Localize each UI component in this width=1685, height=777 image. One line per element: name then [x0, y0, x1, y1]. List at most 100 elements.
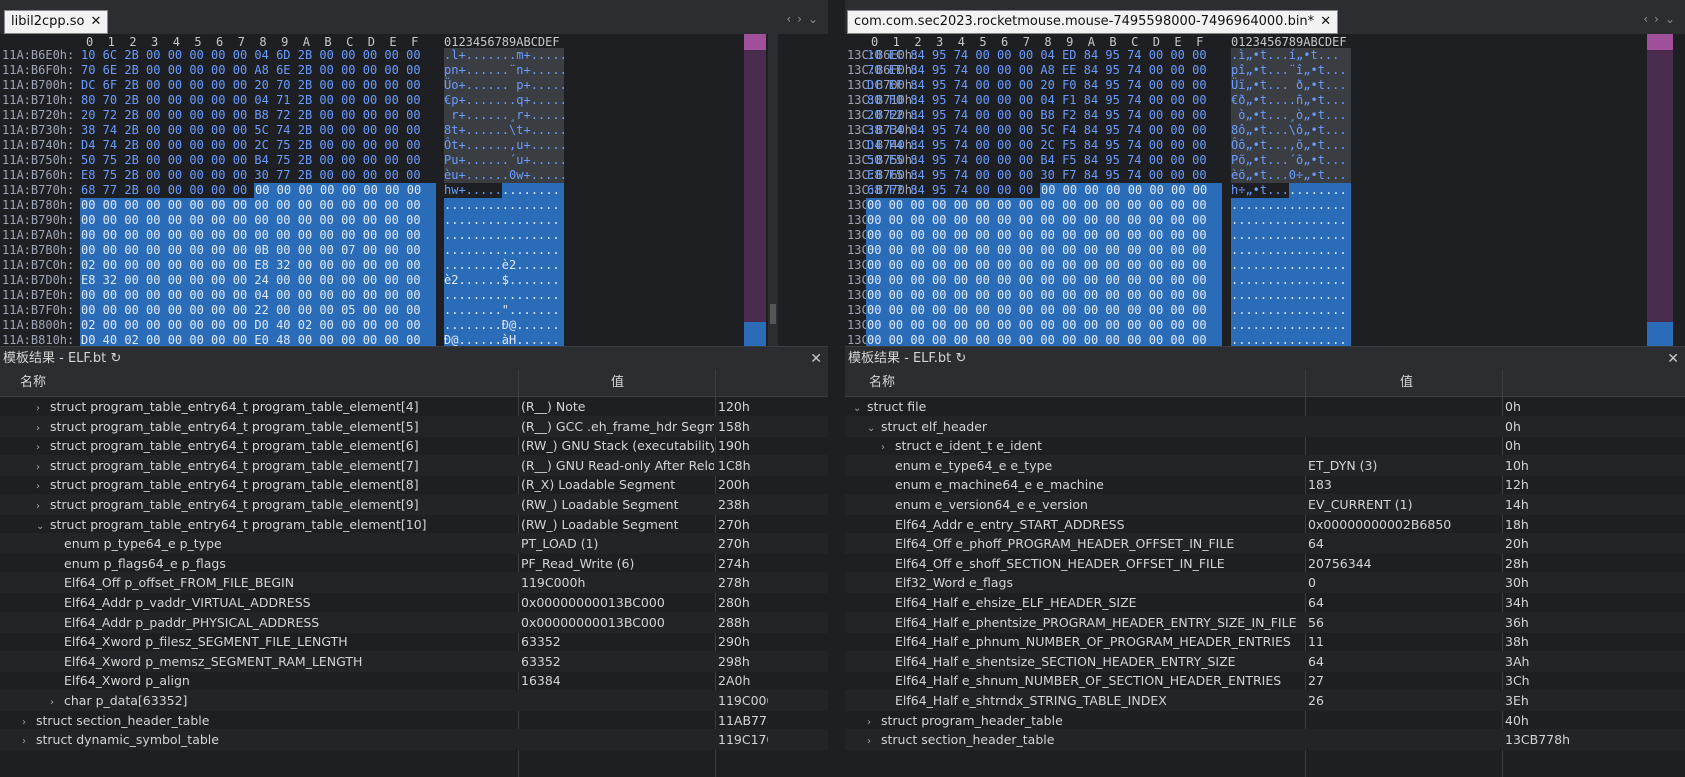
ascii-text-selected[interactable]: ................ [1231, 243, 1347, 258]
hex-row[interactable]: 13C:B730h: 38 F4 84 95 74 00 00 00 5C F4 … [845, 123, 1685, 138]
tree-node-name[interactable]: Elf64_Half e_shentsize_SECTION_HEADER_EN… [881, 651, 1304, 672]
hex-row[interactable]: 13C:B800h:00 00 00 00 00 00 00 00 00 00 … [845, 318, 1685, 333]
tree-row[interactable]: Elf64_Addr p_vaddr_VIRTUAL_ADDRESS 0x0000… [0, 592, 828, 613]
tree-row[interactable]: enum e_machine64_e e_machine 183 12h [845, 474, 1685, 495]
ascii-text[interactable]: Ôt+......,u+..... [444, 138, 567, 153]
hex-row[interactable]: 11A:B7A0h: 00 00 00 00 00 00 00 00 00 00 … [0, 228, 828, 243]
hex-row[interactable]: 13C:B7A0h:00 00 00 00 00 00 00 00 00 00 … [845, 228, 1685, 243]
hex-bytes[interactable]: 68 F7 84 95 74 00 00 00 [867, 183, 1033, 198]
hex-row[interactable]: 13C:B750h: 50 F5 84 95 74 00 00 00 B4 F5 … [845, 153, 1685, 168]
hex-row[interactable]: 11A:B720h: 20 72 2B 00 00 00 00 00 B8 72 … [0, 108, 828, 123]
ascii-text-selected[interactable]: è2......$....... [444, 273, 560, 288]
hex-bytes[interactable]: 10 EC 84 95 74 00 00 00 04 ED 84 95 74 0… [867, 48, 1207, 63]
tree-node-name[interactable]: enum e_machine64_e e_machine [881, 474, 1304, 495]
hex-row[interactable]: 11A:B780h: 00 00 00 00 00 00 00 00 00 00 … [0, 198, 828, 213]
refresh-icon[interactable]: ↻ [110, 351, 121, 366]
tree-row[interactable]: Elf64_Off p_offset_FROM_FILE_BEGIN 119C00… [0, 572, 828, 594]
ascii-text[interactable]: .l+.......m+..... [444, 48, 567, 63]
hex-bytes-selected[interactable]: E8 32 00 00 00 00 00 00 24 00 00 00 00 0… [81, 273, 421, 288]
tree-row[interactable]: › struct section_header_table 13CB778h [845, 729, 1685, 752]
hex-row[interactable]: 13C:B7B0h:00 00 00 00 00 00 00 00 00 00 … [845, 243, 1685, 258]
hex-bytes-selected[interactable]: D0 40 02 00 00 00 00 00 E0 48 00 00 00 0… [81, 333, 421, 346]
tree-node-name[interactable]: Elf32_Word e_flags [881, 572, 1304, 593]
hex-bytes-selected[interactable]: 00 00 00 00 00 00 00 00 [1041, 183, 1207, 198]
hex-bytes-selected[interactable]: 00 00 00 00 00 00 00 00 00 00 00 00 00 0… [867, 273, 1207, 288]
tree-row[interactable]: enum e_type64_e e_type ET_DYN (3) 10h [845, 454, 1685, 476]
chevron-right-icon[interactable]: › [22, 731, 36, 752]
ascii-text-selected[interactable]: ................ [1231, 198, 1347, 213]
ascii-text-selected[interactable]: ................ [1231, 303, 1347, 318]
close-icon[interactable]: ✕ [90, 14, 101, 29]
hex-row[interactable]: 13C:B810h:00 00 00 00 00 00 00 00 00 00 … [845, 333, 1685, 346]
hex-row[interactable]: 11A:B740h: D4 74 2B 00 00 00 00 00 2C 75 … [0, 138, 828, 153]
tree-row[interactable]: ›struct dynamic_symbol_table 119C170h [0, 729, 828, 752]
ascii-text-selected[interactable]: ........"....... [444, 303, 560, 318]
ascii-text[interactable]: ò„•t...¸ò„•t... [1231, 108, 1346, 123]
hex-bytes[interactable]: E8 F5 84 95 74 00 00 00 30 F7 84 95 74 0… [867, 168, 1207, 183]
hex-bytes-selected[interactable]: 02 00 00 00 00 00 00 00 D0 40 02 00 00 0… [81, 318, 421, 333]
tree-row[interactable]: Elf64_Half e_phentsize_PROGRAM_HEADER_EN… [845, 611, 1685, 633]
hex-row[interactable]: 11A:B710h: 80 70 2B 00 00 00 00 00 04 71 … [0, 93, 828, 108]
ascii-text-selected[interactable]: ................ [1231, 258, 1347, 273]
tree-row[interactable]: › struct e_ident_t e_ident 0h [845, 435, 1685, 456]
ascii-text-selected[interactable]: ................ [444, 243, 560, 258]
tree-row[interactable]: › struct program_table_entry64_t program_… [0, 454, 828, 476]
hex-row[interactable]: 13C:B7C0h:00 00 00 00 00 00 00 00 00 00 … [845, 258, 1685, 273]
tree-node-name[interactable]: Elf64_Xword p_align [50, 670, 517, 691]
ascii-text[interactable]: èõ„•t...0÷„•t... [1231, 168, 1347, 183]
ascii-text[interactable]: €ð„•t....ñ„•t... [1231, 93, 1347, 108]
hex-row[interactable]: 11A:B790h: 00 00 00 00 00 00 00 00 00 00 … [0, 213, 828, 228]
hex-row[interactable]: 11A:B730h: 38 74 2B 00 00 00 00 00 5C 74 … [0, 123, 828, 138]
hex-row[interactable]: 13C:B7D0h:00 00 00 00 00 00 00 00 00 00 … [845, 273, 1685, 288]
hex-bytes[interactable]: 50 75 2B 00 00 00 00 00 B4 75 2B 00 00 0… [81, 153, 421, 168]
ascii-text-selected[interactable]: ................ [444, 228, 560, 243]
tree-row[interactable]: Elf64_Half e_phnum_NUMBER_OF_PROGRAM_HEA… [845, 631, 1685, 652]
ascii-text[interactable]: Põ„•t...´õ„•t... [1231, 153, 1347, 168]
ascii-text[interactable]: èu+......0w+..... [444, 168, 567, 183]
hex-row[interactable]: 13C:B720h: 20 F2 84 95 74 00 00 00 B8 F2 … [845, 108, 1685, 123]
hex-row[interactable]: 11A:B750h: 50 75 2B 00 00 00 00 00 B4 75 … [0, 153, 828, 168]
hex-row[interactable]: 11A:B6E0h: 10 6C 2B 00 00 00 00 00 04 6D … [0, 48, 828, 63]
hex-row[interactable]: 11A:B810h: D0 40 02 00 00 00 00 00 E0 48 … [0, 333, 828, 346]
tree-node-name[interactable]: › struct section_header_table [867, 729, 1304, 752]
hex-bytes[interactable]: DC 6F 2B 00 00 00 00 00 20 70 2B 00 00 0… [81, 78, 421, 93]
ascii-text[interactable]: Ôô„•t...,õ„•t... [1231, 138, 1347, 153]
tree-node-name[interactable]: Elf64_Addr e_entry_START_ADDRESS [881, 514, 1304, 535]
hex-row[interactable]: 13C:B710h: 80 F0 84 95 74 00 00 00 04 F1 … [845, 93, 1685, 108]
tree-row[interactable]: Elf64_Off e_phoff_PROGRAM_HEADER_OFFSET_… [845, 533, 1685, 555]
tab-dump-bin[interactable]: com.com.sec2023.rocketmouse.mouse-749559… [847, 10, 1339, 34]
tree-row[interactable]: Elf64_Addr e_entry_START_ADDRESS 0x000000… [845, 514, 1685, 535]
tree-row[interactable]: ›char p_data[63352]119C000h [0, 690, 828, 711]
tree-row[interactable]: Elf64_Half e_shtrndx_STRING_TABLE_INDEX 2… [845, 690, 1685, 711]
tab-libil2cpp[interactable]: libil2cpp.so ✕ [4, 10, 109, 34]
tree-row[interactable]: enum p_type64_e p_type PT_LOAD (1) 270h [0, 533, 828, 555]
hex-row[interactable]: 11A:B770h: 68 77 2B 00 00 00 00 00 00 00 0… [0, 183, 828, 198]
tab-scroll-controls[interactable]: ‹›⌄ [1643, 12, 1681, 26]
tree-row[interactable]: ›struct section_header_table11AB778h [0, 710, 828, 731]
column-value-header[interactable]: 值 [611, 370, 624, 396]
hex-bytes-selected[interactable]: 00 00 00 00 00 00 00 00 00 00 00 00 00 0… [867, 228, 1207, 243]
tree-row[interactable]: ⌄ struct program_table_entry64_t program_… [0, 514, 828, 535]
hex-row[interactable]: 11A:B6F0h: 70 6E 2B 00 00 00 00 00 A8 6E … [0, 63, 828, 78]
tree-row[interactable]: Elf32_Word e_flags 0 30h [845, 572, 1685, 594]
tree-node-name[interactable]: Elf64_Half e_phnum_NUMBER_OF_PROGRAM_HEA… [881, 631, 1304, 652]
hex-bytes-selected[interactable]: 00 00 00 00 00 00 00 00 00 00 00 00 00 0… [867, 258, 1207, 273]
tree-row[interactable]: enum e_version64_e e_version EV_CURRENT (… [845, 494, 1685, 515]
tab-scroll-controls[interactable]: ‹›⌄ [786, 12, 824, 26]
minimap[interactable] [744, 34, 766, 346]
ascii-text-selected[interactable]: ........è2...... [444, 258, 560, 273]
tree-node-name[interactable]: Elf64_Half e_shnum_NUMBER_OF_SECTION_HEA… [881, 670, 1304, 691]
hex-row[interactable]: 13C:B780h:00 00 00 00 00 00 00 00 00 00 … [845, 198, 1685, 213]
hex-row[interactable]: 13C:B760h: E8 F5 84 95 74 00 00 00 30 F7 … [845, 168, 1685, 183]
hex-bytes[interactable]: 10 6C 2B 00 00 00 00 00 04 6D 2B 00 00 0… [81, 48, 421, 63]
hex-bytes[interactable]: 20 F2 84 95 74 00 00 00 B8 F2 84 95 74 0… [867, 108, 1207, 123]
hex-view[interactable]: 0 1 2 3 4 5 6 7 8 9 A B C D E F 01234567… [0, 34, 828, 346]
column-name-header[interactable]: 名称 [20, 370, 46, 396]
tree-node-name[interactable]: Elf64_Addr p_vaddr_VIRTUAL_ADDRESS [50, 592, 517, 613]
hex-bytes-selected[interactable]: 00 00 00 00 00 00 00 00 [255, 183, 421, 198]
hex-bytes[interactable]: 20 72 2B 00 00 00 00 00 B8 72 2B 00 00 0… [81, 108, 421, 123]
tree-node-name[interactable]: Elf64_Xword p_memsz_SEGMENT_RAM_LENGTH [50, 651, 517, 672]
scrollbar-thumb[interactable] [770, 304, 776, 324]
tree-node-name[interactable]: Elf64_Off e_phoff_PROGRAM_HEADER_OFFSET_… [881, 533, 1304, 554]
tree-node-name[interactable]: Elf64_Half e_ehsize_ELF_HEADER_SIZE [881, 592, 1304, 613]
